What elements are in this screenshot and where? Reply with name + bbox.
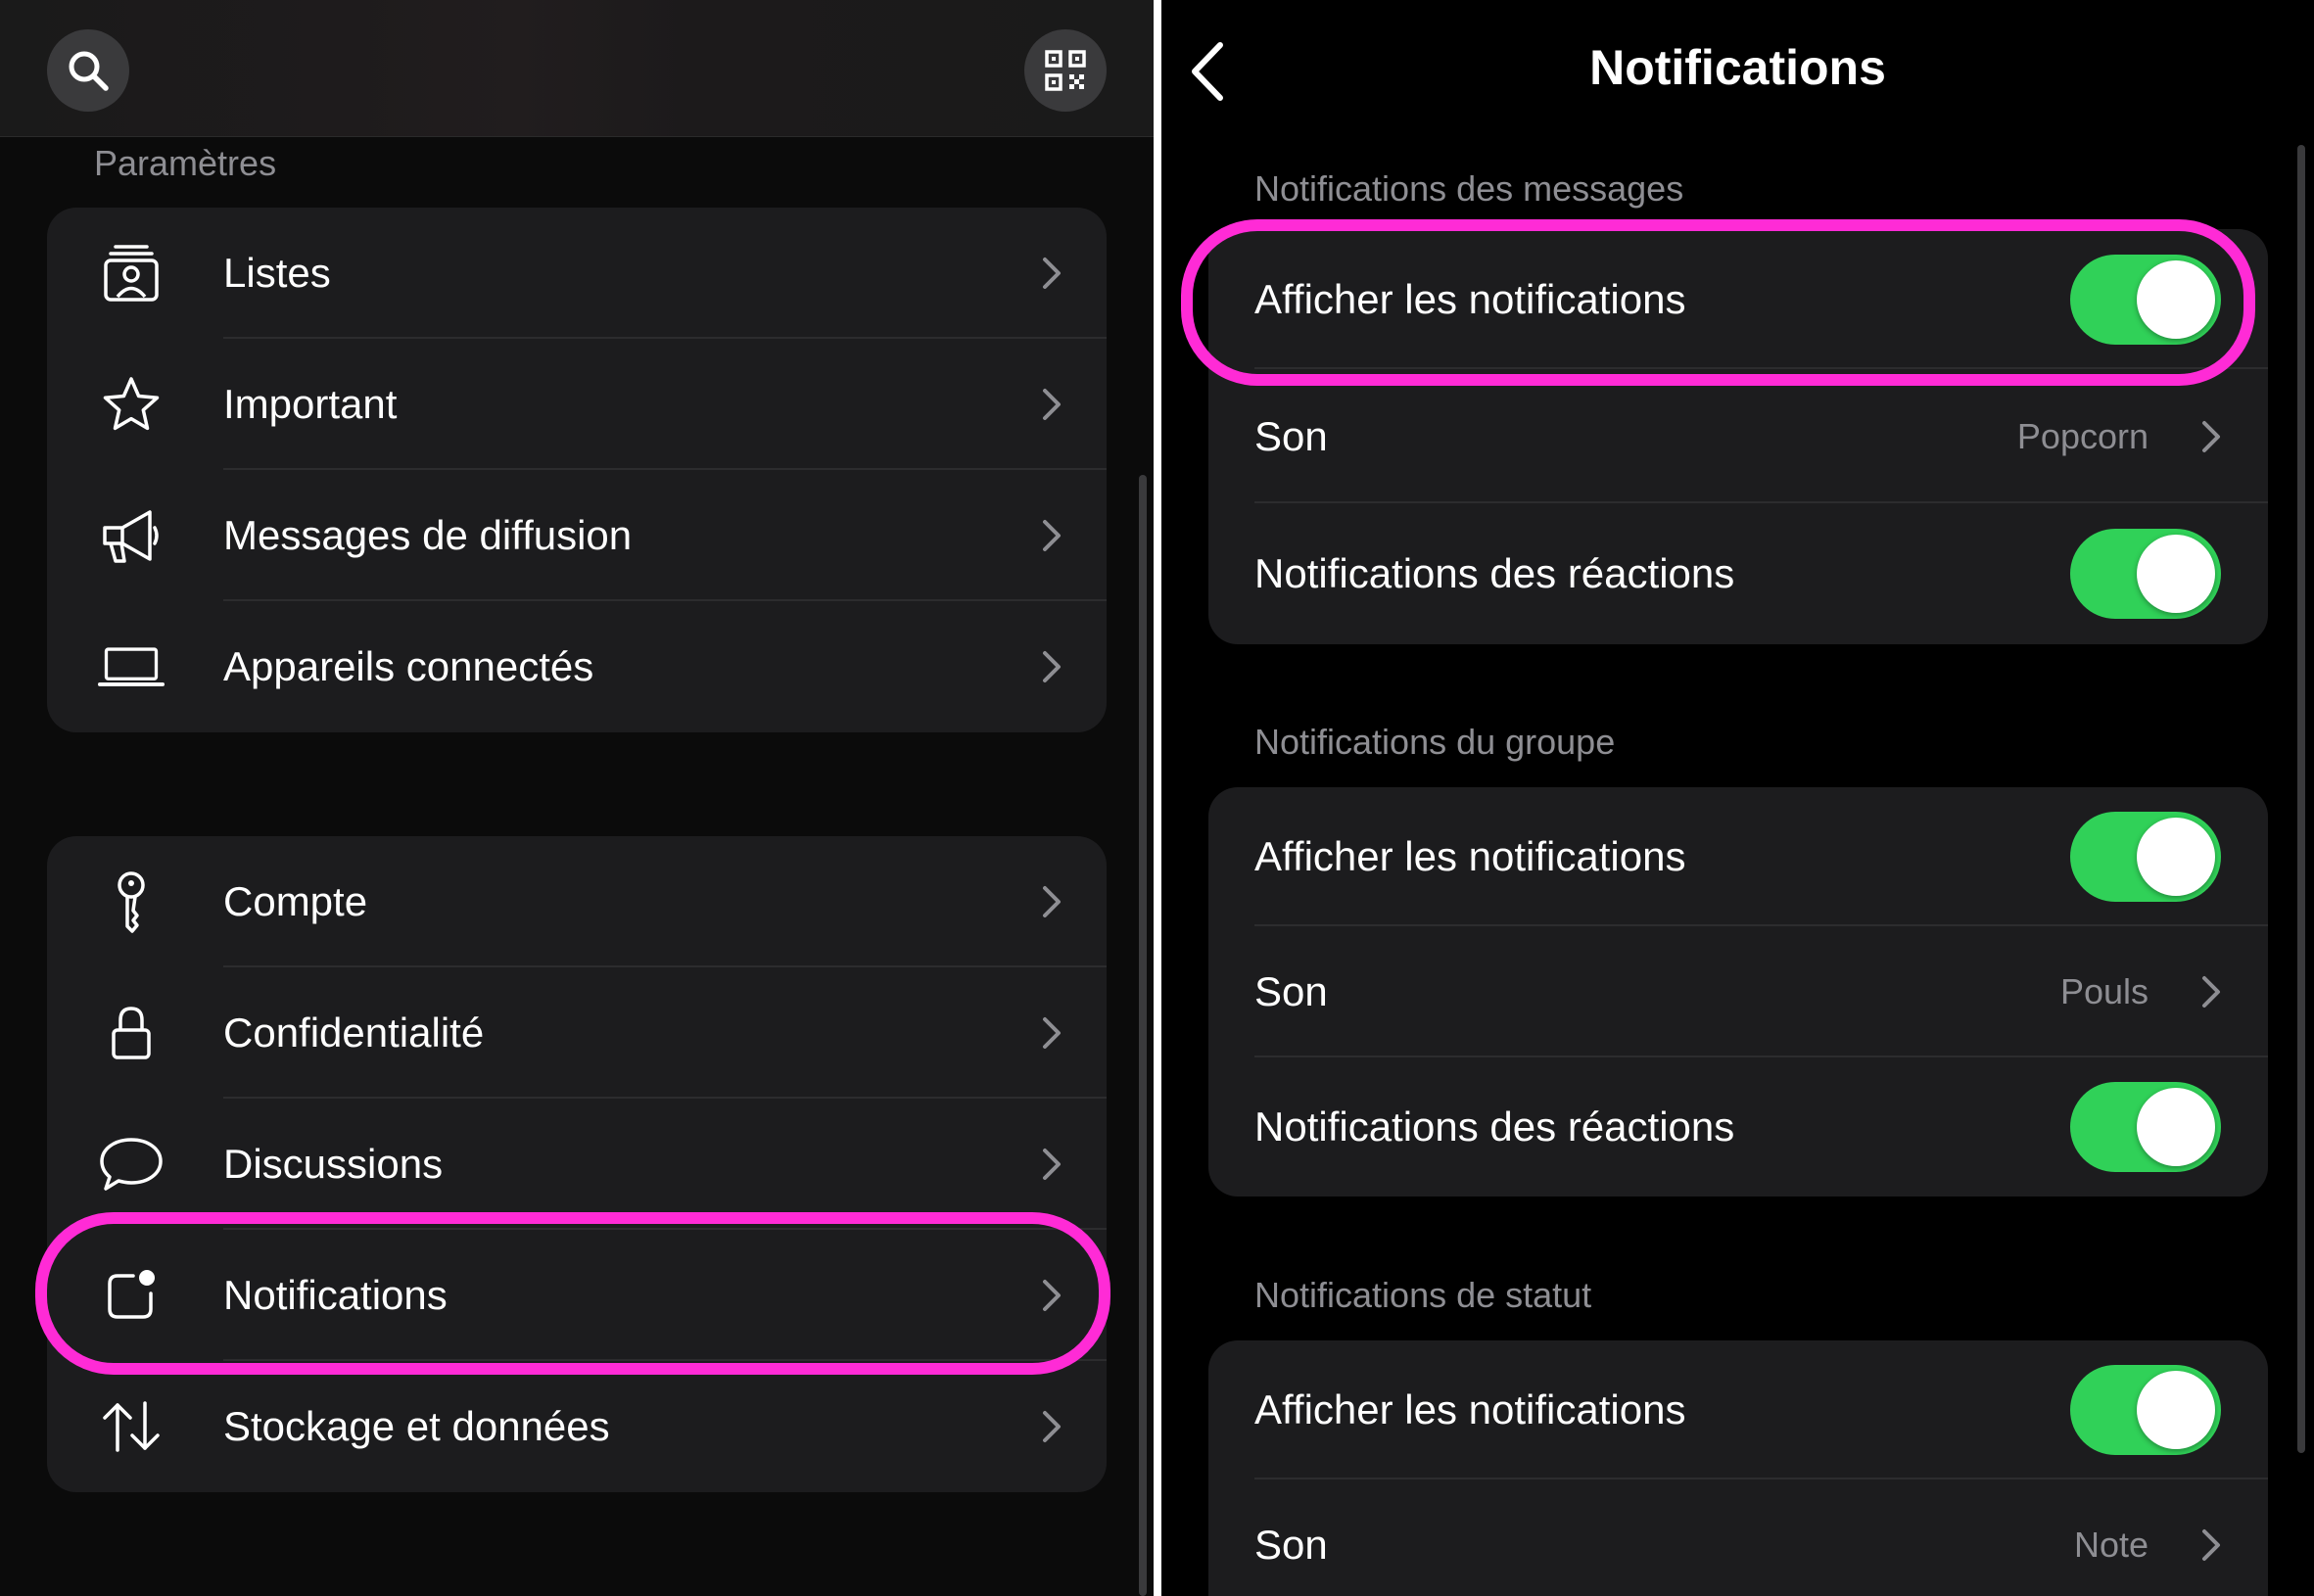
toggle-knob bbox=[2137, 1088, 2215, 1166]
settings-item-label: Messages de diffusion bbox=[223, 512, 633, 558]
settings-item-compte[interactable]: Compte bbox=[47, 836, 1107, 967]
qr-code-icon bbox=[1045, 50, 1086, 91]
page-title: Notifications bbox=[1589, 40, 1886, 95]
settings-title: Paramètres bbox=[94, 143, 277, 183]
settings-group-1: Listes Important Messages de diffusion A… bbox=[47, 208, 1107, 732]
section-label-group: Notifications du groupe bbox=[1254, 722, 1616, 762]
sound-value: Popcorn bbox=[2016, 415, 2149, 456]
group-sound-row[interactable]: Son Pouls bbox=[1208, 926, 2268, 1057]
settings-item-label: Compte bbox=[223, 878, 368, 924]
toggle-knob bbox=[2137, 535, 2215, 613]
settings-item-important[interactable]: Important bbox=[47, 339, 1107, 470]
settings-item-discussions[interactable]: Discussions bbox=[47, 1099, 1107, 1230]
panel-divider bbox=[1154, 0, 1161, 1596]
toggle-knob bbox=[2137, 1371, 2215, 1449]
toggle-knob bbox=[2137, 818, 2215, 896]
settings-panel: Paramètres Listes Important Messages de … bbox=[0, 0, 1154, 1596]
status-notifications-card: Afficher les notifications Son Note bbox=[1208, 1340, 2268, 1596]
qr-code-button[interactable] bbox=[1024, 29, 1107, 112]
settings-item-label: Notifications bbox=[223, 1272, 448, 1318]
chevron-right-icon bbox=[2202, 976, 2220, 1008]
settings-item-label: Important bbox=[223, 381, 398, 427]
chevron-right-icon bbox=[1043, 1017, 1061, 1049]
chevron-right-icon bbox=[2202, 420, 2220, 452]
settings-item-stockage-et-donnees[interactable]: Stockage et données bbox=[47, 1361, 1107, 1492]
settings-top-bar bbox=[0, 0, 1154, 137]
section-label-status: Notifications de statut bbox=[1254, 1275, 1592, 1315]
chevron-right-icon bbox=[1043, 886, 1061, 917]
chevron-right-icon bbox=[2202, 1529, 2220, 1561]
settings-item-label: Appareils connectés bbox=[223, 643, 594, 689]
star-icon bbox=[98, 371, 165, 438]
search-button[interactable] bbox=[47, 29, 129, 112]
row-label: Notifications des réactions bbox=[1254, 1103, 1735, 1150]
contact-list-icon bbox=[98, 240, 165, 306]
chevron-right-icon bbox=[1043, 1149, 1061, 1180]
settings-item-label: Discussions bbox=[223, 1141, 444, 1187]
settings-item-confidentialite[interactable]: Confidentialité bbox=[47, 967, 1107, 1099]
show-status-notifications-row: Afficher les notifications bbox=[1208, 1340, 2268, 1479]
group-reactions-row: Notifications des réactions bbox=[1208, 1057, 2268, 1197]
settings-item-label: Listes bbox=[223, 250, 331, 296]
show-message-notifications-toggle[interactable] bbox=[2070, 254, 2221, 345]
message-reactions-row: Notifications des réactions bbox=[1208, 503, 2268, 644]
scrollbar[interactable] bbox=[2297, 145, 2305, 1453]
section-label-messages: Notifications des messages bbox=[1254, 168, 1684, 209]
show-status-notifications-toggle[interactable] bbox=[2070, 1365, 2221, 1455]
up-down-arrows-icon bbox=[98, 1393, 165, 1460]
message-sound-row[interactable]: Son Popcorn bbox=[1208, 369, 2268, 503]
chat-bubble-icon bbox=[98, 1131, 165, 1197]
toggle-knob bbox=[2137, 259, 2215, 339]
settings-item-appareils-connectes[interactable]: Appareils connectés bbox=[47, 601, 1107, 732]
row-label: Afficher les notifications bbox=[1254, 275, 1686, 322]
message-reactions-toggle[interactable] bbox=[2070, 529, 2221, 619]
notification-badge-icon bbox=[98, 1262, 165, 1329]
settings-item-label: Stockage et données bbox=[223, 1403, 610, 1449]
megaphone-icon bbox=[98, 502, 165, 569]
chevron-right-icon bbox=[1043, 651, 1061, 682]
sound-value: Pouls bbox=[2059, 971, 2149, 1011]
search-icon bbox=[69, 51, 109, 91]
chevron-right-icon bbox=[1043, 1411, 1061, 1442]
messages-notifications-card: Afficher les notifications Son Popcorn N… bbox=[1208, 229, 2268, 644]
row-label: Son bbox=[1254, 1522, 1328, 1568]
notifications-panel: Notifications Notifications des messages… bbox=[1161, 0, 2314, 1596]
settings-item-listes[interactable]: Listes bbox=[47, 208, 1107, 339]
row-label: Afficher les notifications bbox=[1254, 833, 1686, 879]
row-label: Afficher les notifications bbox=[1254, 1386, 1686, 1432]
chevron-right-icon bbox=[1043, 520, 1061, 551]
row-label: Son bbox=[1254, 968, 1328, 1014]
settings-item-notifications[interactable]: Notifications bbox=[47, 1230, 1107, 1361]
settings-item-messages-de-diffusion[interactable]: Messages de diffusion bbox=[47, 470, 1107, 601]
chevron-right-icon bbox=[1043, 389, 1061, 420]
show-message-notifications-row: Afficher les notifications bbox=[1208, 229, 2268, 369]
show-group-notifications-row: Afficher les notifications bbox=[1208, 787, 2268, 926]
row-label: Notifications des réactions bbox=[1254, 550, 1735, 596]
settings-item-label: Confidentialité bbox=[223, 1009, 485, 1056]
group-notifications-card: Afficher les notifications Son Pouls Not… bbox=[1208, 787, 2268, 1197]
lock-icon bbox=[98, 1000, 165, 1066]
group-reactions-toggle[interactable] bbox=[2070, 1082, 2221, 1172]
chevron-right-icon bbox=[1043, 258, 1061, 289]
chevron-right-icon bbox=[1043, 1280, 1061, 1311]
show-group-notifications-toggle[interactable] bbox=[2070, 812, 2221, 902]
scrollbar[interactable] bbox=[1139, 475, 1147, 1596]
sound-value: Note bbox=[2073, 1525, 2149, 1565]
settings-group-2: Compte Confidentialité Discussions Notif… bbox=[47, 836, 1107, 1492]
laptop-icon bbox=[98, 634, 165, 700]
key-icon bbox=[98, 868, 165, 935]
status-sound-row[interactable]: Son Note bbox=[1208, 1479, 2268, 1596]
row-label: Son bbox=[1254, 412, 1328, 459]
